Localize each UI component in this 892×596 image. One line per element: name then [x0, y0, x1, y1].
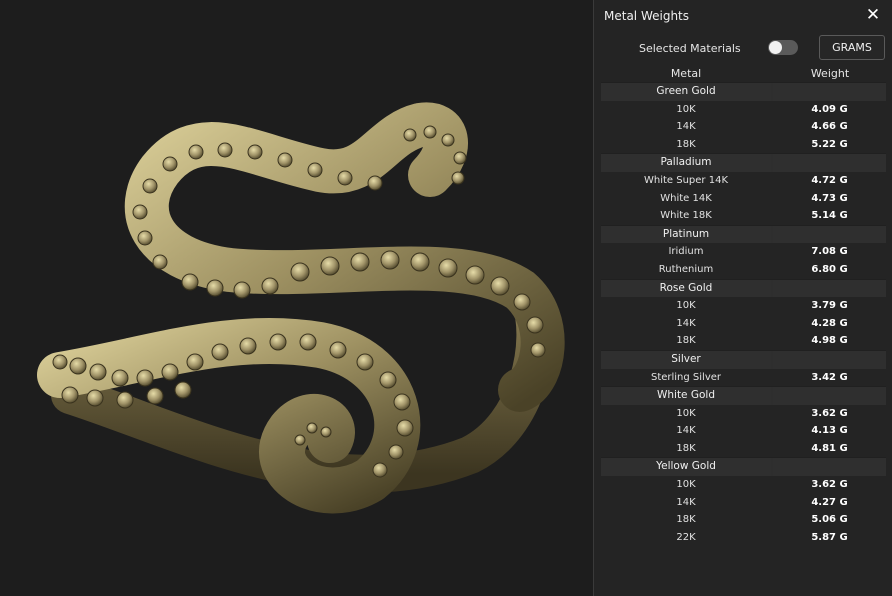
metal-name: Ruthenium [658, 263, 714, 275]
metal-name: 10K [676, 407, 696, 419]
table-row: 18K 5.22 G [601, 135, 886, 154]
table-header: Metal Weight [594, 64, 892, 82]
metal-name: White 14K [660, 192, 712, 204]
group-row: Silver [601, 349, 886, 369]
metal-name: 14K [676, 121, 696, 133]
group-row: White Gold [601, 386, 886, 405]
table-row: 10K 3.62 G [601, 404, 886, 423]
metal-weight: 4.66 G [811, 121, 848, 133]
metal-name: White 18K [660, 210, 712, 222]
metal-name: 18K [676, 442, 696, 454]
panel-header: Metal Weights ✕ [594, 0, 892, 32]
table-row: White 14K 4.73 G [601, 189, 886, 208]
selected-materials-label: Selected Materials [639, 42, 741, 55]
table-row: 22K 5.87 G [601, 528, 886, 547]
group-cell [773, 279, 886, 298]
metal-name: White Super 14K [643, 174, 728, 186]
metal-weight: 6.80 G [811, 263, 848, 275]
table-row: 10K 4.09 G [601, 100, 886, 119]
column-header-weight: Weight [810, 67, 850, 80]
group-name: Rose Gold [659, 281, 713, 294]
3d-viewport[interactable] [0, 0, 593, 596]
units-button[interactable]: GRAMS [819, 35, 885, 60]
table-row: 18K 4.81 G [601, 439, 886, 458]
metal-weight: 4.98 G [811, 335, 848, 347]
group-row: Rose Gold [601, 278, 886, 298]
group-name: Yellow Gold [656, 460, 716, 473]
metal-weight: 4.13 G [811, 425, 848, 437]
group-row: Yellow Gold [601, 457, 886, 477]
table-row: Ruthenium 6.80 G [601, 260, 886, 279]
metal-weight: 3.79 G [811, 300, 848, 312]
group-name: White Gold [656, 389, 715, 402]
metal-name: 10K [676, 300, 696, 312]
metal-name: 14K [676, 425, 696, 437]
table-row: Iridium 7.08 G [601, 243, 886, 261]
table-row: 14K 4.27 G [601, 493, 886, 512]
table-row: White Super 14K 4.72 G [601, 171, 886, 190]
panel-title: Metal Weights [604, 9, 690, 23]
group-name: Green Gold [656, 85, 716, 97]
metal-weight: 3.62 G [811, 407, 848, 419]
metal-weight: 5.22 G [811, 138, 848, 150]
toggle-knob [769, 41, 782, 54]
metal-weight: 3.42 G [811, 371, 848, 383]
metal-weight: 5.06 G [811, 514, 848, 526]
metal-name: 22K [676, 531, 696, 543]
table-row: 14K 4.28 G [601, 314, 886, 333]
metal-name: 10K [676, 103, 696, 115]
group-cell [773, 387, 886, 405]
metal-weight: 4.72 G [811, 174, 848, 186]
metal-weight: 3.62 G [811, 479, 848, 491]
group-name: Silver [671, 352, 701, 365]
selected-materials-toggle[interactable] [768, 40, 798, 55]
metal-weight: 5.14 G [811, 210, 848, 222]
metal-weight: 4.81 G [811, 442, 848, 454]
panel-controls: Selected Materials GRAMS [594, 32, 892, 64]
column-header-metal: Metal [670, 67, 702, 80]
group-row: Green Gold [601, 82, 886, 101]
group-cell [773, 350, 886, 369]
metal-weight: 4.73 G [811, 192, 848, 204]
table-row: 18K 4.98 G [601, 332, 886, 350]
table-row: 10K 3.62 G [601, 476, 886, 494]
metal-weight: 4.28 G [811, 317, 848, 329]
table-row: Sterling Silver 3.42 G [601, 368, 886, 387]
metal-weight: 5.87 G [811, 531, 848, 543]
group-cell [773, 458, 886, 477]
metal-name: Iridium [668, 246, 704, 258]
table-row: 10K 3.79 G [601, 297, 886, 315]
tentacle-ring-render [37, 102, 565, 514]
metal-name: 14K [676, 496, 696, 508]
metal-name: Sterling Silver [650, 371, 722, 383]
metal-weight: 4.09 G [811, 103, 848, 115]
weights-table: Green Gold 10K 4.09 G 14K 4.66 G 18K 5.22 G Pal… [601, 82, 886, 547]
metal-weights-panel: Metal Weights ✕ Selected Materials GRAMS… [593, 0, 892, 596]
table-row: White 18K 5.14 G [601, 207, 886, 225]
metal-weight: 4.27 G [811, 496, 848, 508]
metal-weight: 7.08 G [811, 246, 848, 258]
metal-name: 18K [676, 514, 696, 526]
group-cell [773, 154, 886, 172]
table-row: 14K 4.13 G [601, 422, 886, 440]
group-name: Platinum [662, 227, 710, 240]
group-cell [773, 83, 886, 101]
metal-name: 10K [676, 479, 696, 491]
table-row: 18K 5.06 G [601, 511, 886, 529]
group-row: Platinum [601, 224, 886, 244]
group-name: Palladium [660, 156, 712, 169]
table-row: 14K 4.66 G [601, 118, 886, 136]
metal-name: 18K [676, 335, 696, 347]
close-icon[interactable]: ✕ [862, 4, 884, 26]
group-cell [773, 225, 886, 244]
metal-name: 18K [676, 138, 696, 150]
metal-name: 14K [676, 317, 696, 329]
group-row: Palladium [601, 153, 886, 172]
